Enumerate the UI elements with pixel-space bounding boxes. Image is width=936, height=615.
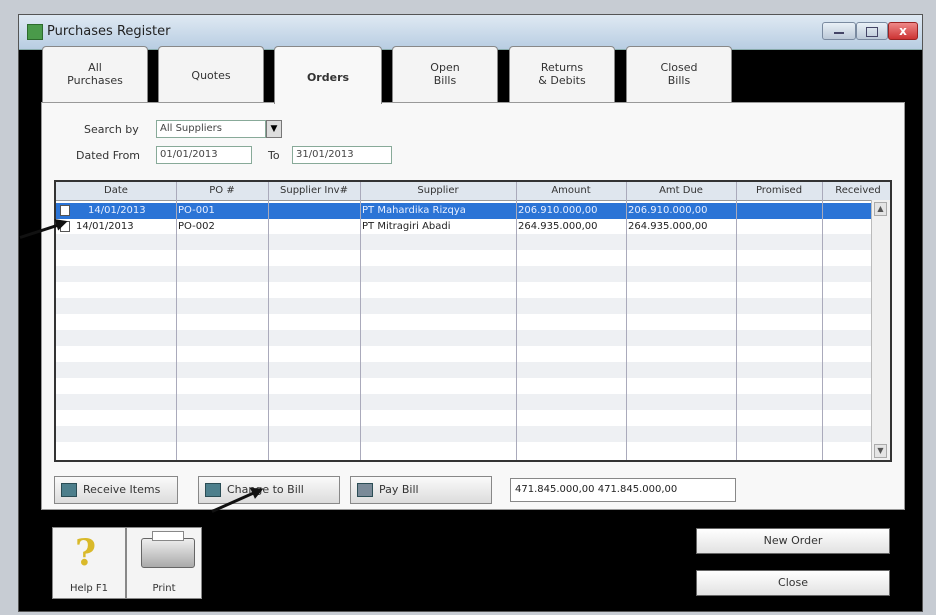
tab-label: Bills [433,74,457,87]
table-scrollbar[interactable]: ▲ ▼ [871,200,890,460]
tab-label: Purchases [67,74,123,87]
pay-bill-label: Pay Bill [379,483,419,496]
tab-orders[interactable]: Orders [274,46,382,104]
table-row[interactable]: 14/01/2013 PO-001 PT Mahardika Rizqya 20… [56,203,874,219]
tab-closed-bills[interactable]: Closed Bills [626,46,732,102]
pay-bill-icon [357,483,373,497]
cell-po: PO-002 [178,221,215,232]
scroll-down-button[interactable]: ▼ [874,444,887,458]
search-by-select[interactable]: All Suppliers [156,120,266,138]
table-header: Date PO # Supplier Inv# Supplier Amount … [56,182,890,201]
tab-label: Bills [667,74,691,87]
dated-to-field[interactable]: 31/01/2013 [292,146,392,164]
tab-label: Closed [660,61,698,74]
cell-amt-due: 264.935.000,00 [628,221,708,232]
change-to-bill-icon [205,483,221,497]
minimize-icon [834,32,844,34]
column-header-date[interactable]: Date [56,182,176,200]
cell-supplier-inv [270,203,358,219]
column-header-received[interactable]: Received [822,182,890,200]
scroll-up-button[interactable]: ▲ [874,202,887,216]
receive-items-label: Receive Items [83,483,161,496]
pay-bill-button[interactable]: Pay Bill [350,476,492,504]
cell-date: 14/01/2013 [76,221,134,232]
print-button[interactable]: Print [126,527,202,599]
to-label: To [268,149,280,162]
help-button[interactable]: ? Help F1 [52,527,126,599]
window-close-button[interactable]: x [888,22,918,40]
column-header-supplier[interactable]: Supplier [360,182,516,200]
column-header-amount[interactable]: Amount [516,182,626,200]
change-to-bill-button[interactable]: Change to Bill [198,476,340,504]
row-doc-icon[interactable] [60,205,70,216]
column-header-supplier-inv[interactable]: Supplier Inv# [268,182,360,200]
column-header-promised[interactable]: Promised [736,182,822,200]
search-by-dropdown-button[interactable]: ▼ [266,120,282,138]
column-header-po[interactable]: PO # [176,182,268,200]
tab-label: All [88,61,102,74]
dated-from-label: Dated From [76,149,141,162]
cell-supplier-inv [270,219,358,235]
printer-icon [141,531,195,568]
tab-returns-debits[interactable]: Returns & Debits [509,46,615,102]
total-amount: 471.845.000,00 [515,484,595,495]
totals-field: 471.845.000,00 471.845.000,00 [510,478,736,502]
maximize-button[interactable] [856,22,888,40]
cell-supplier: PT Mitragiri Abadi [362,221,451,232]
table-row[interactable]: 14/01/2013 PO-002 PT Mitragiri Abadi 264… [56,219,874,235]
cell-date: 14/01/2013 [88,205,146,216]
receive-items-button[interactable]: Receive Items [54,476,178,504]
tab-all-purchases[interactable]: All Purchases [42,46,148,102]
receive-items-icon [61,483,77,497]
window-title: Purchases Register [47,24,171,39]
cell-supplier: PT Mahardika Rizqya [362,205,466,216]
total-amt-due: 471.845.000,00 [597,484,678,495]
close-button[interactable]: Close [696,570,890,596]
cell-amt-due: 206.910.000,00 [628,205,708,216]
window-icon [27,24,43,40]
print-label: Print [152,583,176,594]
tab-label: Returns [540,61,584,74]
title-bar: Purchases Register x [19,15,922,50]
help-icon: ? [75,532,97,574]
column-header-amt-due[interactable]: Amt Due [626,182,736,200]
maximize-icon [866,27,878,37]
cell-po: PO-001 [178,205,215,216]
cell-amount: 206.910.000,00 [518,205,598,216]
cell-amount: 264.935.000,00 [518,221,598,232]
minimize-button[interactable] [822,22,856,40]
tab-open-bills[interactable]: Open Bills [392,46,498,102]
tab-label: & Debits [538,74,586,87]
new-order-button[interactable]: New Order [696,528,890,554]
tab-label: Orders [306,71,350,84]
tab-label: Open [430,61,460,74]
dated-from-field[interactable]: 01/01/2013 [156,146,252,164]
orders-table: Date PO # Supplier Inv# Supplier Amount … [54,180,892,462]
help-label: Help F1 [69,583,109,594]
tab-quotes[interactable]: Quotes [158,46,264,102]
tab-label: Quotes [191,69,231,82]
search-by-label: Search by [84,123,139,136]
